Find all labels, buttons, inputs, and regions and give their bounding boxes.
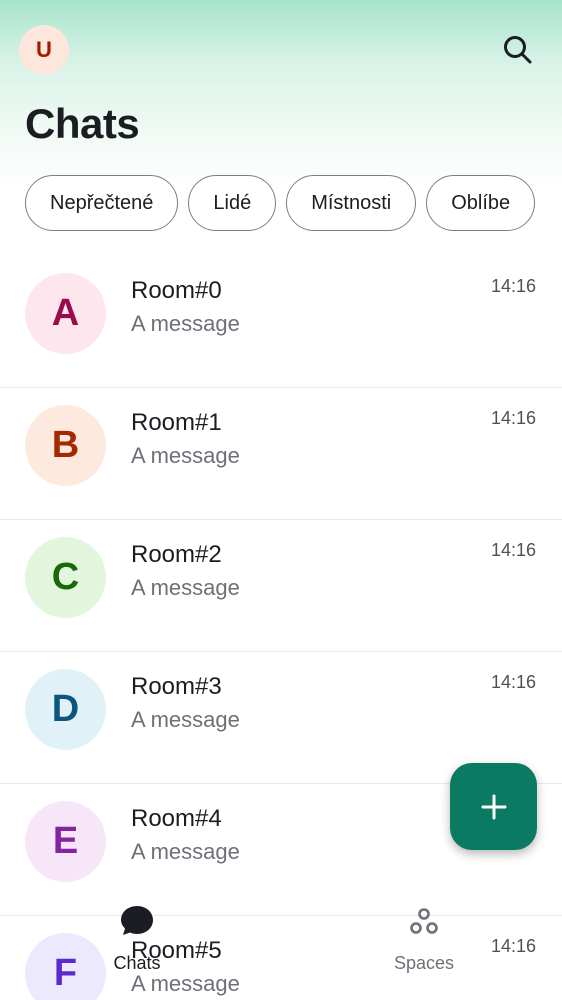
room-list-item[interactable]: C Room#2 A message 14:16 xyxy=(0,520,562,652)
filter-chips: Nepřečtené Lidé Místnosti Oblíbe xyxy=(25,175,562,231)
page-title: Chats xyxy=(25,100,140,147)
room-name: Room#4 xyxy=(131,805,222,832)
filter-chip-rooms[interactable]: Místnosti xyxy=(286,175,417,231)
room-list-item[interactable]: B Room#1 A message 14:16 xyxy=(0,388,562,520)
filter-chip-unread[interactable]: Nepřečtené xyxy=(25,175,179,231)
nav-tab-chats[interactable]: Chats xyxy=(77,895,197,985)
room-name: Room#0 xyxy=(131,277,222,304)
room-avatar: D xyxy=(25,669,106,750)
room-list-item[interactable]: A Room#0 A message 14:16 xyxy=(0,256,562,388)
room-last-message: A message xyxy=(131,575,240,600)
plus-icon xyxy=(481,794,506,819)
search-button[interactable] xyxy=(498,30,538,70)
new-chat-button[interactable] xyxy=(450,763,537,850)
filter-chip-people[interactable]: Lidé xyxy=(188,175,277,231)
room-last-message: A message xyxy=(131,443,240,468)
room-last-message: A message xyxy=(131,839,240,864)
user-avatar[interactable]: U xyxy=(19,25,69,75)
nav-tab-spaces[interactable]: Spaces xyxy=(364,895,484,985)
room-last-message: A message xyxy=(131,707,240,732)
filter-chip-favourites[interactable]: Oblíbe xyxy=(426,175,536,231)
room-timestamp: 14:16 xyxy=(490,540,536,560)
room-avatar: E xyxy=(25,801,106,882)
bottom-navigation: Chats Spaces xyxy=(0,895,562,1000)
room-last-message: A message xyxy=(131,311,240,336)
chat-bubble-icon xyxy=(121,906,153,935)
nav-label-spaces: Spaces xyxy=(393,953,455,973)
room-timestamp: 14:16 xyxy=(490,672,536,692)
room-avatar: B xyxy=(25,405,106,486)
room-timestamp: 14:16 xyxy=(490,276,536,296)
room-timestamp: 14:16 xyxy=(490,408,536,428)
spaces-icon xyxy=(410,908,438,934)
user-avatar-initial: U xyxy=(36,37,52,62)
nav-label-chats: Chats xyxy=(113,953,161,973)
room-avatar: C xyxy=(25,537,106,618)
room-name: Room#2 xyxy=(131,541,222,568)
room-name: Room#1 xyxy=(131,409,222,436)
room-avatar: A xyxy=(25,273,106,354)
room-name: Room#3 xyxy=(131,673,222,700)
search-icon xyxy=(504,36,532,64)
room-list: A Room#0 A message 14:16 B Room#1 A mess… xyxy=(0,256,562,1000)
